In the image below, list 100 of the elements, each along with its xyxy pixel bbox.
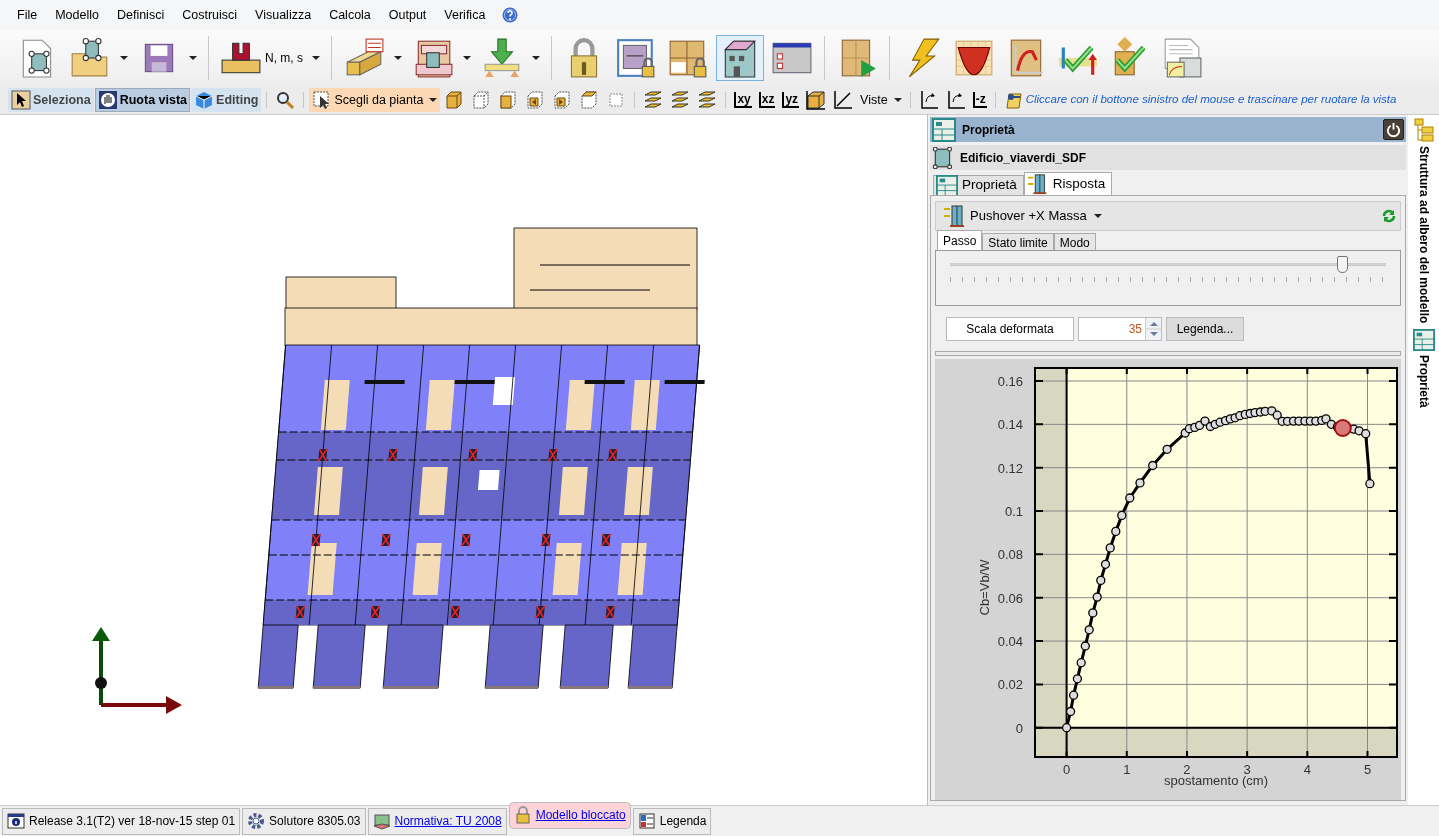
data-point <box>1365 479 1375 489</box>
data-point <box>1361 429 1371 439</box>
data-point <box>1088 608 1098 618</box>
refresh-icon[interactable] <box>1382 209 1396 223</box>
data-point <box>1321 414 1331 424</box>
side-tab[interactable]: Proprietà <box>1412 329 1435 409</box>
legend-button[interactable]: Legenda... <box>1166 317 1244 341</box>
help-icon[interactable] <box>502 7 519 23</box>
axis-tick-label: 0.06 <box>997 590 1023 606</box>
data-point <box>1096 575 1106 586</box>
views-button[interactable]: Viste <box>857 88 905 112</box>
spin-arrows-icon[interactable] <box>1145 318 1161 340</box>
menu-item[interactable]: Verifica <box>435 5 495 25</box>
axis-tick-label: 0 <box>1015 720 1023 736</box>
data-point <box>1065 706 1076 717</box>
side-tab[interactable]: Struttura ad albero del modello <box>1413 118 1434 324</box>
data-point <box>1272 410 1282 420</box>
building-button[interactable] <box>716 35 764 81</box>
scale-label-field: Scala deformata <box>946 317 1074 341</box>
padlock-icon <box>513 806 532 824</box>
status-text: Release 3.1(T2) ver 18-nov-15 step 01 <box>29 813 236 830</box>
rotate-view-tool[interactable]: Ruota vista <box>94 88 191 112</box>
cube-3d-icon <box>194 90 215 110</box>
data-point <box>1068 690 1079 700</box>
data-point <box>1105 543 1115 553</box>
menu-item[interactable]: Costruisci <box>173 5 247 25</box>
power-button[interactable] <box>1383 119 1404 140</box>
data-point <box>1148 460 1158 471</box>
data-point <box>1200 416 1210 426</box>
layers-icon <box>697 90 718 110</box>
layers-icon <box>670 90 691 110</box>
solid-cube-icon <box>444 90 465 110</box>
cursor-icon <box>11 90 31 110</box>
editing-tool[interactable]: Editing <box>191 88 262 112</box>
menu-item[interactable]: Output <box>379 5 436 25</box>
select-tool[interactable]: Seleziona <box>8 88 94 112</box>
data-point <box>1080 641 1090 651</box>
cube-right-icon <box>552 90 573 110</box>
power-icon <box>1386 122 1401 137</box>
cube-front-icon <box>498 90 519 110</box>
cube-left-icon <box>525 90 546 110</box>
axis-icon <box>833 90 854 110</box>
axis-tick-label: 0.12 <box>997 460 1023 476</box>
data-point <box>1072 674 1083 684</box>
axis-tick-label: 4 <box>1303 762 1311 777</box>
element-icon <box>932 146 954 169</box>
slider-thumb[interactable] <box>1337 256 1349 273</box>
panel-tab[interactable]: Risposta <box>1023 172 1113 195</box>
menu-item[interactable]: Visualizza <box>246 5 321 25</box>
info-icon <box>7 812 25 830</box>
axis-tick-label: 0.08 <box>997 547 1023 563</box>
data-point <box>1076 658 1086 668</box>
layers-icon <box>643 90 664 110</box>
subtab[interactable]: Stato limite <box>982 233 1054 250</box>
plane-view-button[interactable]: xz <box>755 88 779 112</box>
axis-tick-label: 0 <box>1063 762 1071 777</box>
properties-icon <box>1412 329 1435 352</box>
books-icon <box>372 812 391 830</box>
subtab[interactable]: Passo <box>937 230 983 250</box>
status-link[interactable]: Modello bloccato <box>535 806 626 824</box>
status-link[interactable]: Normativa: TU 2008 <box>394 812 502 830</box>
data-point <box>1111 526 1121 537</box>
status-text: Legenda <box>659 813 707 830</box>
data-point <box>1162 444 1172 454</box>
wireframe-cube-icon <box>471 90 492 110</box>
axis-tick-label: 0.16 <box>997 374 1023 389</box>
caret-icon <box>1093 214 1102 218</box>
mouse-icon <box>1004 90 1025 110</box>
menu-item[interactable]: File <box>8 5 47 25</box>
plan-pick-button[interactable]: Scegli da pianta <box>309 88 441 112</box>
data-point <box>1117 510 1127 521</box>
rotate-axis-icon <box>918 90 939 110</box>
legend-icon <box>637 812 656 830</box>
data-point <box>1100 559 1111 569</box>
locked-panel-icon <box>615 37 657 79</box>
subtab[interactable]: Modo <box>1053 233 1096 250</box>
data-point <box>1194 420 1205 431</box>
data-point <box>1135 478 1145 488</box>
search-icon <box>275 90 296 110</box>
scale-spin-field[interactable]: 35 <box>1078 317 1162 341</box>
gear-icon <box>247 812 266 830</box>
data-point <box>1061 723 1072 733</box>
panel-title: Proprietà <box>962 121 1015 139</box>
menu-item[interactable]: Definisci <box>107 5 174 25</box>
menu-item[interactable]: Modello <box>46 5 108 25</box>
analysis-dropdown[interactable]: Pushover +X Massa <box>940 202 1105 230</box>
data-point <box>1084 625 1094 635</box>
plane-view-button[interactable]: -z <box>969 88 990 112</box>
box-icon <box>806 90 827 110</box>
hint-text: Cliccare con il bottone sinistro del mouse e trascinare per ruotare la vista <box>1025 92 1397 108</box>
rotate-axis-icon <box>945 90 966 110</box>
axis-title: Cb=Vb/W <box>977 559 992 616</box>
panel-tab[interactable]: Proprietà <box>933 175 1024 195</box>
menu-item[interactable]: Calcola <box>320 5 380 25</box>
plane-view-button[interactable]: xy <box>731 88 755 112</box>
axis-tick-label: 0.1 <box>1004 504 1023 520</box>
axis-tick-label: 5 <box>1363 762 1372 777</box>
units-button[interactable]: N, m, s <box>217 35 323 81</box>
response-icon <box>1026 173 1049 195</box>
plane-view-button[interactable]: yz <box>779 88 803 112</box>
